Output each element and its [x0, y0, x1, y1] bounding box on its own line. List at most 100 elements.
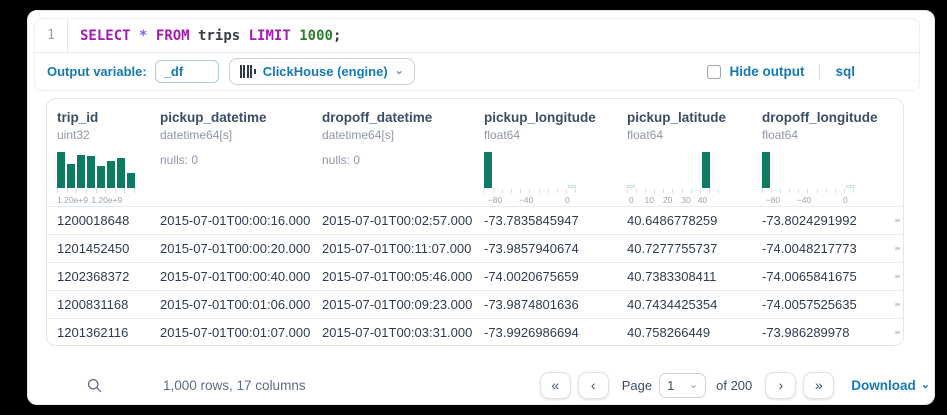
output-variable-input[interactable]: [155, 60, 219, 83]
column-nulls: nulls: 0: [160, 153, 308, 167]
axis-tick-label: −40: [519, 195, 533, 205]
axis-tick-label: 10: [644, 195, 653, 205]
clipped-value-fragment: [895, 303, 900, 306]
histogram-axis-labels: 1.20e+91.20e+9: [57, 195, 135, 205]
code-token: *: [139, 28, 147, 44]
histogram-bar: [484, 152, 492, 188]
histogram-slot: [127, 173, 135, 188]
table-cell: 40.7277755737: [617, 241, 752, 256]
clipped-value-fragment: [895, 275, 900, 278]
column-type: float64: [484, 128, 613, 142]
chevron-down-icon: ⌄: [395, 66, 404, 77]
table-cell: 2015-07-01T00:11:07.000: [312, 241, 474, 256]
line-number: 1: [35, 19, 67, 52]
hide-output-label[interactable]: Hide output: [730, 64, 805, 79]
column-name[interactable]: pickup_datetime: [160, 110, 308, 125]
histogram-bar: [107, 161, 115, 188]
page-select[interactable]: 1 ⌄: [659, 373, 706, 398]
column-type: datetime64[s]: [322, 128, 470, 142]
histogram-bars: [762, 152, 854, 188]
histogram-bar: [77, 155, 85, 188]
table-cell-clipped: [885, 275, 903, 278]
last-page-button[interactable]: »: [803, 372, 834, 399]
histogram-slot: [702, 152, 710, 188]
histogram-axis-labels: 010203040: [627, 195, 719, 205]
table-cell: -73.9857940674: [474, 241, 617, 256]
code-token: ;: [333, 28, 341, 44]
histogram-bar: [117, 158, 125, 188]
table-cell: 2015-07-01T00:02:57.000: [312, 213, 474, 228]
engine-select-button[interactable]: ClickHouse (engine) ⌄: [229, 58, 415, 85]
histogram-slot: [107, 161, 115, 188]
table-cell: 2015-07-01T00:01:06.000: [150, 297, 312, 312]
table-cell: 2015-07-01T00:09:23.000: [312, 297, 474, 312]
histogram-bar: [846, 185, 854, 188]
axis-tick-label: 1.20e+9: [57, 195, 88, 205]
table-cell: 2015-07-01T00:00:16.000: [150, 213, 312, 228]
code-token: LIMIT: [249, 28, 291, 44]
column-name[interactable]: pickup_latitude: [627, 110, 748, 125]
histogram-slot: [57, 152, 65, 188]
code-editor[interactable]: 1 SELECT * FROM trips LIMIT 1000;: [35, 19, 919, 53]
table-cell: -74.0020675659: [474, 269, 617, 284]
chevron-down-icon: ⌄: [921, 380, 930, 391]
histogram-slot: [762, 152, 770, 188]
table-cell: -74.0065841675: [752, 269, 885, 284]
table-cell-clipped: [885, 303, 903, 306]
histogram-bar: [762, 152, 770, 188]
code-token: [131, 28, 139, 44]
column-header: dropoff_longitudefloat64−80−400: [752, 99, 885, 206]
table-footer: 1,000 rows, 17 columns « ‹ Page 1 ⌄ of 2…: [46, 367, 930, 403]
histogram-slot: [67, 164, 75, 188]
histogram-slot: [568, 185, 576, 188]
clipped-value-fragment: [895, 247, 900, 250]
histogram-ticks: [762, 189, 854, 193]
total-pages-label: of 200: [716, 378, 752, 393]
table-cell-clipped: [885, 247, 903, 250]
code-token: 1000: [299, 28, 333, 44]
sql-cell: 1 SELECT * FROM trips LIMIT 1000; Output…: [34, 18, 920, 91]
download-label: Download: [851, 378, 916, 393]
table-cell: -73.7835845947: [474, 213, 617, 228]
histogram-slot: [87, 156, 95, 188]
clipped-value-fragment: [895, 331, 900, 334]
axis-tick-label: −80: [766, 195, 780, 205]
table-row[interactable]: 12023683722015-07-01T00:00:40.0002015-07…: [47, 262, 903, 290]
table-cell: -74.0057525635: [752, 297, 885, 312]
table-cell: 1201452450: [47, 241, 150, 256]
histogram-slot: [484, 152, 492, 188]
clickhouse-logo-icon: [240, 65, 256, 78]
histogram-bar: [87, 156, 95, 188]
notebook-cell-panel: 1 SELECT * FROM trips LIMIT 1000; Output…: [27, 10, 935, 405]
column-name[interactable]: pickup_longitude: [484, 110, 613, 125]
table-row[interactable]: 12013621162015-07-01T00:01:07.0002015-07…: [47, 318, 903, 346]
table-cell: 1202368372: [47, 269, 150, 284]
search-icon[interactable]: [86, 377, 103, 394]
code-line[interactable]: SELECT * FROM trips LIMIT 1000;: [68, 19, 341, 52]
hide-output-checkbox[interactable]: [707, 65, 721, 79]
column-name[interactable]: dropoff_longitude: [762, 110, 881, 125]
histogram-bars: [484, 152, 576, 188]
histogram-slot: [627, 185, 635, 188]
histogram-bar: [57, 152, 65, 188]
table-cell: 2015-07-01T00:00:40.000: [150, 269, 312, 284]
table-row[interactable]: 12008311682015-07-01T00:01:06.0002015-07…: [47, 290, 903, 318]
histogram-bars: [627, 152, 719, 188]
histogram-slot: [117, 158, 125, 188]
column-name[interactable]: trip_id: [57, 110, 146, 125]
prev-page-button[interactable]: ‹: [578, 372, 609, 399]
download-button[interactable]: Download ⌄: [851, 378, 930, 393]
table-row[interactable]: 12014524502015-07-01T00:00:20.0002015-07…: [47, 234, 903, 262]
axis-tick-label: 1.20e+9: [91, 195, 122, 205]
table-header-row: trip_iduint321.20e+91.20e+9pickup_dateti…: [47, 99, 903, 206]
table-row[interactable]: 12000186482015-07-01T00:00:16.0002015-07…: [47, 206, 903, 234]
table-cell: 1200831168: [47, 297, 150, 312]
axis-tick-label: 0: [843, 195, 848, 205]
column-name[interactable]: dropoff_datetime: [322, 110, 470, 125]
clipped-value-fragment: [895, 219, 900, 222]
column-histogram: 1.20e+91.20e+9: [57, 152, 135, 205]
column-type: datetime64[s]: [160, 128, 308, 142]
next-page-button[interactable]: ›: [765, 372, 796, 399]
first-page-button[interactable]: «: [540, 372, 571, 399]
column-histogram: −80−400: [484, 152, 576, 205]
